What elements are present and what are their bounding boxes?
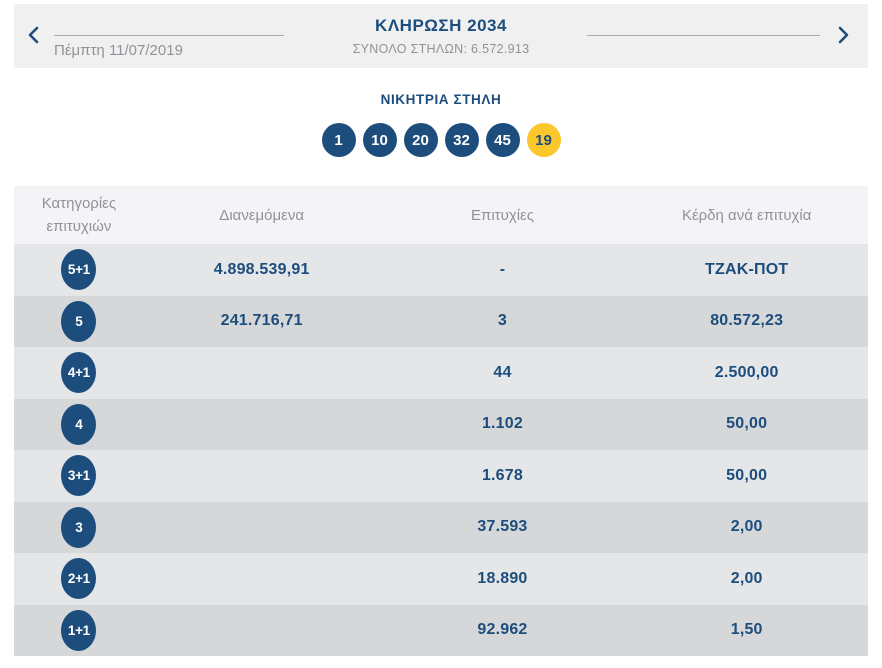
prize-cell: 1,50 xyxy=(730,621,763,639)
hits-cell: 44 xyxy=(493,363,512,381)
prize-cell: 2,00 xyxy=(730,518,763,536)
category-cell: 4 xyxy=(14,403,144,445)
prize-cell: 50,00 xyxy=(726,415,768,433)
table-row: 5+1 4.898.539,91 - ΤΖΑΚ-ΠΟΤ xyxy=(14,244,868,296)
winning-number-ball: 20 xyxy=(403,123,438,157)
category-cell: 2+1 xyxy=(14,558,144,600)
distributed-cell: 4.898.539,91 xyxy=(213,260,310,278)
table-row: 3+1 1.678 50,00 xyxy=(14,450,868,502)
winning-numbers: 1 10 20 32 45 19 xyxy=(0,123,882,157)
category-cell: 3+1 xyxy=(14,455,144,497)
table-row: 4+1 44 2.500,00 xyxy=(14,347,868,399)
category-badge: 1+1 xyxy=(61,609,97,651)
header-category: Κατηγορίες επιτυχιών xyxy=(41,194,117,235)
joker-number-ball: 19 xyxy=(526,123,561,157)
results-table-header: Κατηγορίες επιτυχιών Διανεμόμενα Επιτυχί… xyxy=(14,186,868,244)
hits-cell: 18.890 xyxy=(477,569,528,587)
header-prize-per-hit: Κέρδη ανά επιτυχία xyxy=(681,206,812,224)
category-badge: 3 xyxy=(61,506,97,548)
category-cell: 1+1 xyxy=(14,609,144,651)
category-badge: 5+1 xyxy=(61,249,97,291)
prize-cell: 80.572,23 xyxy=(710,312,784,330)
category-cell: 4+1 xyxy=(14,352,144,394)
prize-cell: 2,00 xyxy=(730,569,763,587)
winning-number-ball: 45 xyxy=(485,123,520,157)
draw-heading: ΚΛΗΡΩΣΗ 2034 ΣΥΝΟΛΟ ΣΤΗΛΩΝ: 6.572.913 xyxy=(14,16,868,56)
hits-cell: 1.678 xyxy=(481,466,523,484)
hits-cell: - xyxy=(499,260,506,278)
table-row: 1+1 92.962 1,50 xyxy=(14,604,868,656)
chevron-right-icon xyxy=(837,26,850,47)
hits-cell: 1.102 xyxy=(481,415,523,433)
hits-cell: 92.962 xyxy=(477,621,528,639)
draw-title: ΚΛΗΡΩΣΗ 2034 xyxy=(375,16,507,35)
hits-cell: 37.593 xyxy=(477,518,528,536)
category-badge: 2+1 xyxy=(61,558,97,600)
prize-cell: ΤΖΑΚ-ΠΟΤ xyxy=(705,260,789,278)
table-row: 4 1.102 50,00 xyxy=(14,398,868,450)
results-table: Κατηγορίες επιτυχιών Διανεμόμενα Επιτυχί… xyxy=(14,186,868,656)
prize-cell: 2.500,00 xyxy=(714,363,779,381)
total-columns-label: ΣΥΝΟΛΟ ΣΤΗΛΩΝ: 6.572.913 xyxy=(352,42,530,56)
winning-column-title: ΝΙΚΗΤΡΙΑ ΣΤΗΛΗ xyxy=(380,92,502,107)
category-badge: 5 xyxy=(61,300,97,342)
results-table-body: 5+1 4.898.539,91 - ΤΖΑΚ-ΠΟΤ 5 241.716,71 3 80.5… xyxy=(14,244,868,656)
winning-number-ball: 32 xyxy=(444,123,479,157)
table-row: 3 37.593 2,00 xyxy=(14,501,868,553)
winning-number-ball: 10 xyxy=(362,123,397,157)
category-cell: 5+1 xyxy=(14,249,144,291)
header-distributed: Διανεμόμενα xyxy=(219,206,304,224)
category-badge: 4+1 xyxy=(61,352,97,394)
table-row: 2+1 18.890 2,00 xyxy=(14,553,868,605)
prize-cell: 50,00 xyxy=(726,466,768,484)
next-draw-button[interactable] xyxy=(832,25,854,47)
hits-cell: 3 xyxy=(497,312,508,330)
winning-number-ball: 1 xyxy=(321,123,356,157)
header-hits: Επιτυχίες xyxy=(471,206,534,224)
table-row: 5 241.716,71 3 80.572,23 xyxy=(14,295,868,347)
draw-navigation-bar: Πέμπτη 11/07/2019 ΚΛΗΡΩΣΗ 2034 ΣΥΝΟΛΟ ΣΤ… xyxy=(14,4,868,68)
category-badge: 3+1 xyxy=(61,455,97,497)
category-cell: 5 xyxy=(14,300,144,342)
category-badge: 4 xyxy=(61,403,97,445)
category-cell: 3 xyxy=(14,506,144,548)
distributed-cell: 241.716,71 xyxy=(220,312,303,330)
next-divider-line xyxy=(587,35,820,36)
